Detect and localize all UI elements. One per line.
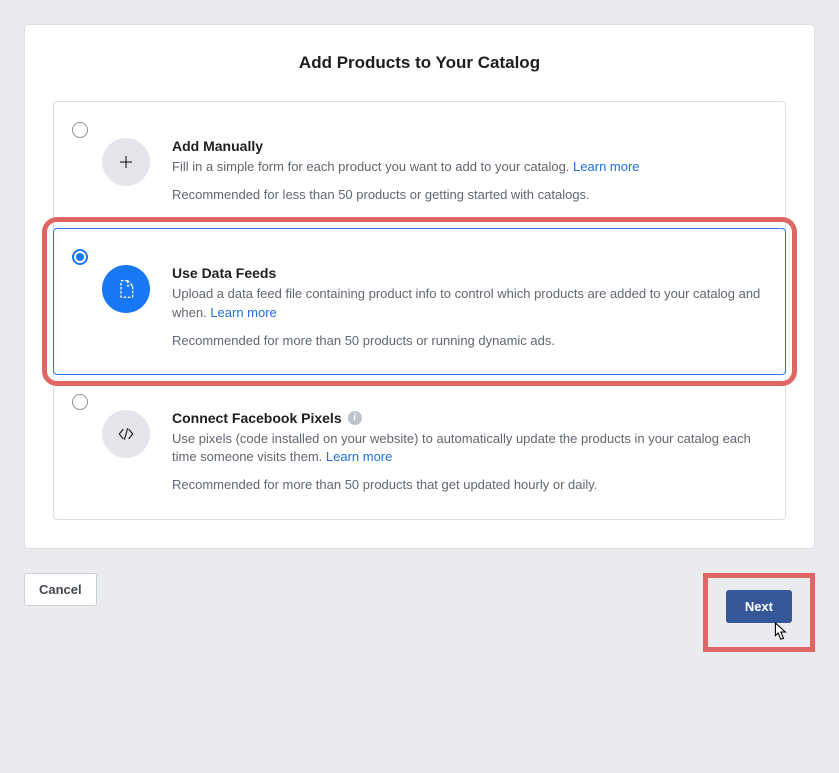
option-recommended: Recommended for less than 50 products or… [172,186,763,204]
footer: Cancel Next [24,573,815,652]
code-icon [102,410,150,458]
learn-more-link[interactable]: Learn more [573,159,639,174]
option-recommended: Recommended for more than 50 products or… [172,332,763,350]
option-recommended: Recommended for more than 50 products th… [172,476,763,494]
main-card: Add Products to Your Catalog Add Manuall… [24,24,815,549]
page-title: Add Products to Your Catalog [53,53,786,73]
next-button[interactable]: Next [726,590,792,623]
option-title: Add Manually [172,138,763,154]
options-list: Add Manually Fill in a simple form for e… [53,101,786,520]
info-icon[interactable]: i [348,411,362,425]
radio-connect-pixels[interactable] [72,394,88,410]
option-add-manually[interactable]: Add Manually Fill in a simple form for e… [54,102,785,229]
cancel-button[interactable]: Cancel [24,573,97,606]
option-description: Fill in a simple form for each product y… [172,158,763,176]
learn-more-link[interactable]: Learn more [210,305,276,320]
option-title: Connect Facebook Pixels i [172,410,763,426]
radio-add-manually[interactable] [72,122,88,138]
next-highlight: Next [703,573,815,652]
option-connect-pixels[interactable]: Connect Facebook Pixels i Use pixels (co… [54,374,785,519]
plus-icon [102,138,150,186]
option-description: Use pixels (code installed on your websi… [172,430,763,466]
file-icon [102,265,150,313]
option-title: Use Data Feeds [172,265,763,281]
option-use-data-feeds[interactable]: Use Data Feeds Upload a data feed file c… [53,228,786,375]
learn-more-link[interactable]: Learn more [326,449,392,464]
option-description: Upload a data feed file containing produ… [172,285,763,321]
cursor-icon [770,621,788,643]
radio-use-data-feeds[interactable] [72,249,88,265]
